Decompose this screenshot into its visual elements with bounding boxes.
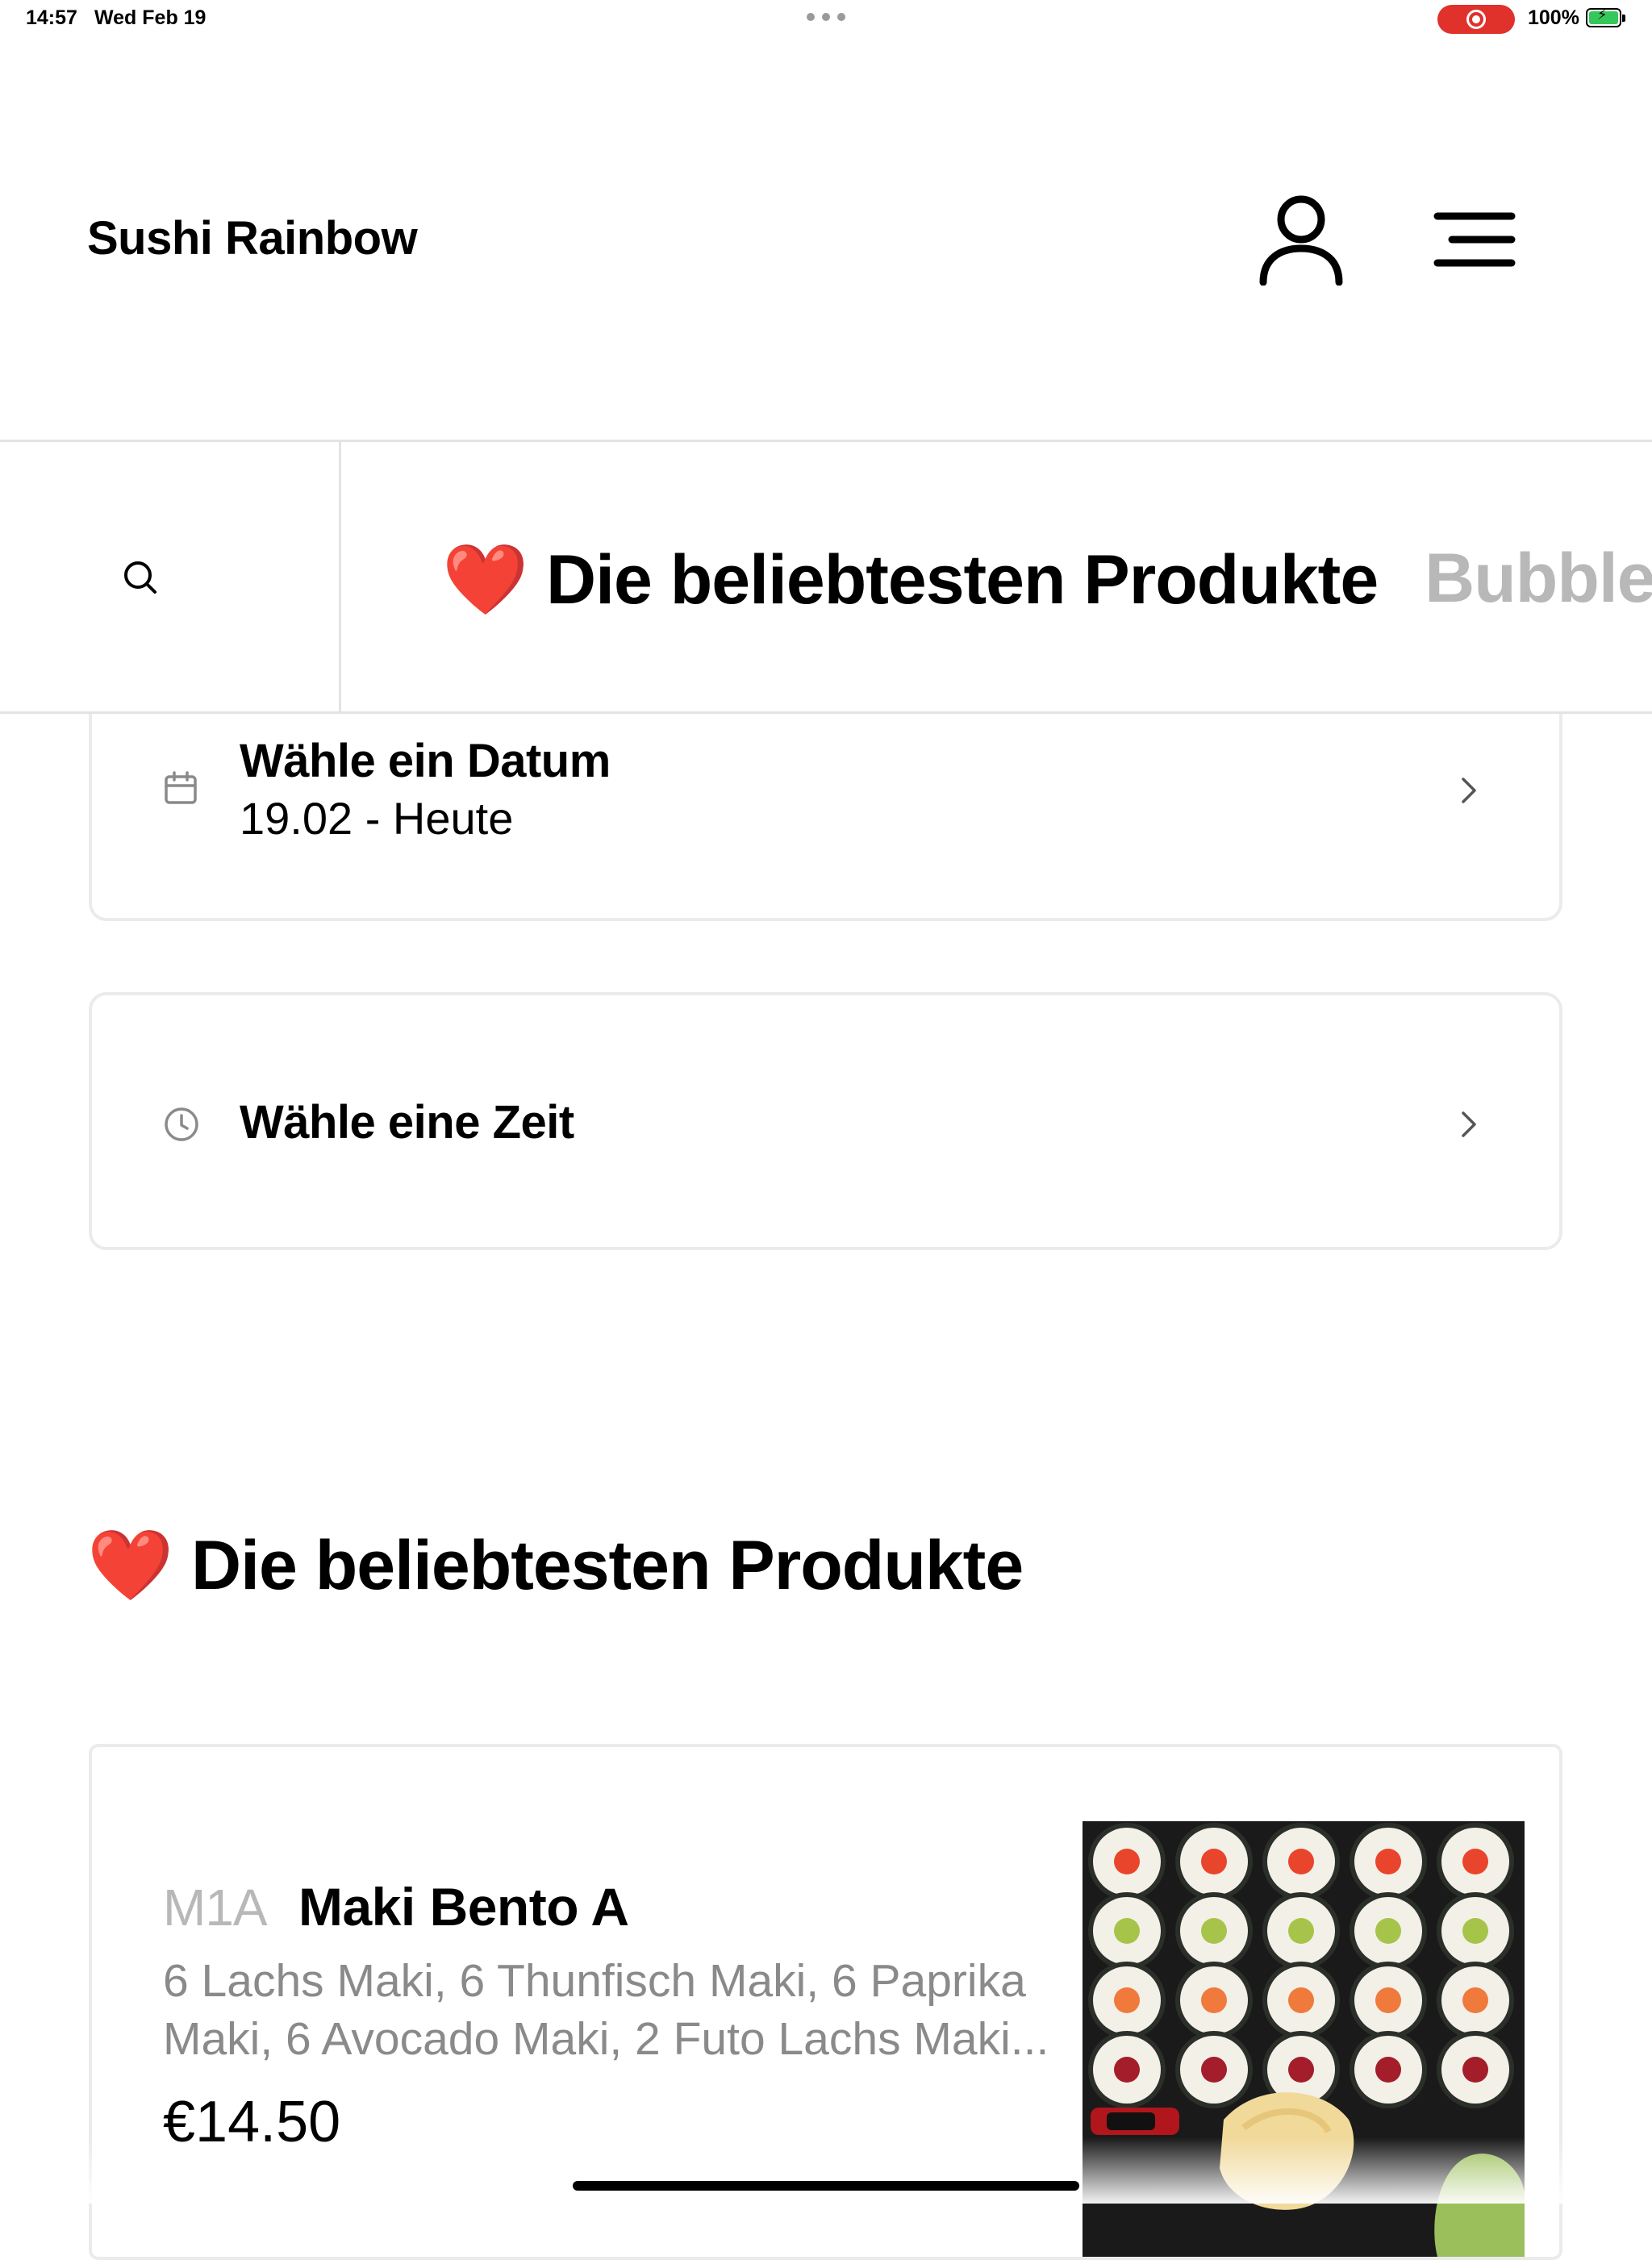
bottom-fade [0,2137,1652,2204]
user-icon [1259,195,1343,286]
status-time: 14:57 [26,6,77,29]
status-bar: 14:57 Wed Feb 19 100% [0,0,1652,39]
status-date: Wed Feb 19 [94,6,206,29]
date-picker-title: Wähle ein Datum [240,735,611,787]
clock-icon [165,1107,198,1141]
date-picker-value: 19.02 - Heute [240,793,514,844]
battery-icon [1586,6,1625,27]
tab-label: Die beliebtesten Produkte [546,541,1379,619]
section-title-text: Die beliebtesten Produkte [191,1527,1024,1604]
tab-label: Bubble [1425,540,1652,617]
multitasking-dots-icon[interactable] [807,13,845,21]
product-name: Maki Bento A [298,1877,629,1937]
home-indicator[interactable] [573,2181,1079,2191]
heart-emoji-icon: ❤️ [442,541,528,619]
account-button[interactable] [1257,192,1345,286]
tab-bubble[interactable]: Bubble [1425,539,1652,620]
product-code: M1A [163,1878,268,1937]
chevron-right-icon [1462,1111,1476,1137]
category-search-button[interactable] [0,442,341,711]
tab-die-beliebtesten-produkte[interactable]: ❤️ Die beliebtesten Produkte [442,539,1379,620]
search-icon [124,561,156,594]
screen-recording-icon[interactable] [1437,5,1515,34]
time-picker-title: Wähle eine Zeit [240,1096,574,1149]
menu-button[interactable] [1433,211,1516,268]
product-description: 6 Lachs Maki, 6 Thunfisch Maki, 6 Paprik… [163,1955,1049,2065]
calendar-icon [165,771,197,804]
category-bar: ❤️ Die beliebtesten Produkte Bubble [0,440,1652,714]
battery-percentage: 100% [1528,6,1579,29]
heart-emoji-icon: ❤️ [87,1527,173,1604]
time-picker-card[interactable]: Wähle eine Zeit [89,992,1562,1250]
chevron-right-icon [1462,778,1476,803]
hamburger-menu-icon [1433,212,1516,267]
section-title: ❤️ Die beliebtesten Produkte [87,1524,1024,1606]
app-title: Sushi Rainbow [87,212,418,265]
category-tabs: ❤️ Die beliebtesten Produkte Bubble [442,539,1652,620]
